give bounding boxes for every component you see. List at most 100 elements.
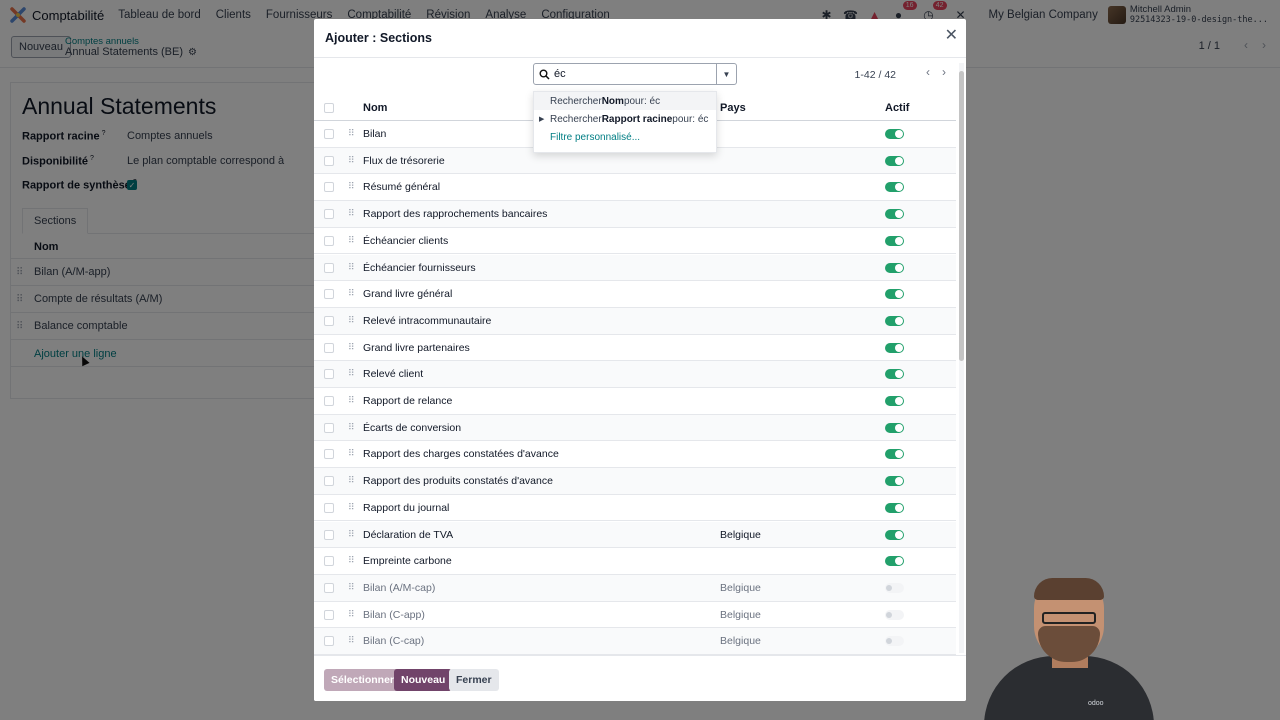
- drag-handle-icon[interactable]: ⠿: [348, 448, 355, 459]
- custom-filter-option[interactable]: Filtre personnalisé...: [534, 128, 716, 146]
- row-checkbox[interactable]: [324, 476, 334, 487]
- row-checkbox[interactable]: [324, 556, 334, 567]
- search-options-toggle-icon[interactable]: ▼: [716, 64, 736, 84]
- table-row[interactable]: ⠿ Déclaration de TVA Belgique: [314, 521, 956, 549]
- table-row[interactable]: ⠿ Grand livre général: [314, 281, 956, 308]
- table-row[interactable]: ⠿ Relevé client: [314, 361, 956, 388]
- table-row[interactable]: ⠿ Rapport des rapprochements bancaires: [314, 201, 956, 228]
- active-toggle[interactable]: [885, 449, 904, 460]
- drag-handle-icon[interactable]: ⠿: [348, 635, 355, 646]
- row-checkbox[interactable]: [324, 636, 334, 647]
- table-row[interactable]: ⠿ Rapport de relance: [314, 388, 956, 415]
- drag-handle-icon[interactable]: ⠿: [348, 155, 355, 166]
- row-checkbox[interactable]: [324, 422, 334, 433]
- caret-right-icon[interactable]: ▶: [539, 115, 544, 123]
- new-button[interactable]: Nouveau: [394, 669, 453, 691]
- row-checkbox[interactable]: [324, 315, 334, 326]
- drag-handle-icon[interactable]: ⠿: [348, 475, 355, 486]
- row-checkbox[interactable]: [324, 609, 334, 620]
- active-toggle[interactable]: [885, 182, 904, 193]
- drag-handle-icon[interactable]: ⠿: [348, 342, 355, 353]
- table-row[interactable]: ⠿ Grand livre partenaires: [314, 335, 956, 362]
- active-toggle[interactable]: [885, 422, 904, 433]
- row-checkbox[interactable]: [324, 182, 334, 193]
- table-row[interactable]: ⠿ Bilan (A/M-cap) Belgique: [314, 574, 956, 602]
- drag-handle-icon[interactable]: ⠿: [348, 502, 355, 513]
- column-header-country[interactable]: Pays: [720, 102, 746, 114]
- active-toggle[interactable]: [885, 369, 904, 380]
- table-row[interactable]: ⠿ Échéancier clients: [314, 228, 956, 255]
- drag-handle-icon[interactable]: ⠿: [348, 529, 355, 540]
- row-checkbox[interactable]: [324, 396, 334, 406]
- drag-handle-icon[interactable]: ⠿: [348, 208, 355, 219]
- drag-handle-icon[interactable]: ⠿: [348, 288, 355, 299]
- close-button[interactable]: Fermer: [449, 669, 499, 691]
- active-toggle[interactable]: [885, 129, 904, 139]
- drag-handle-icon[interactable]: ⠿: [348, 368, 355, 379]
- row-checkbox[interactable]: [324, 449, 334, 460]
- table-row[interactable]: ⠿ Rapport du journal: [314, 495, 956, 522]
- row-checkbox[interactable]: [324, 262, 334, 273]
- active-toggle[interactable]: [885, 636, 904, 647]
- presenter-glasses: [1042, 612, 1096, 624]
- active-toggle[interactable]: [885, 529, 904, 540]
- row-checkbox[interactable]: [324, 289, 334, 300]
- scrollbar-thumb[interactable]: [959, 71, 964, 361]
- active-toggle[interactable]: [885, 209, 904, 220]
- drag-handle-icon[interactable]: ⠿: [348, 235, 355, 246]
- row-checkbox[interactable]: [324, 129, 334, 139]
- active-toggle[interactable]: [885, 289, 904, 300]
- drag-handle-icon[interactable]: ⠿: [348, 315, 355, 326]
- active-toggle[interactable]: [885, 582, 904, 593]
- table-row[interactable]: ⠿ Écarts de conversion: [314, 414, 956, 442]
- column-header-active[interactable]: Actif: [885, 102, 909, 114]
- row-checkbox[interactable]: [324, 502, 334, 513]
- list-pager[interactable]: 1-42 / 42: [855, 69, 896, 81]
- chevron-left-icon[interactable]: ‹: [926, 65, 930, 79]
- active-toggle[interactable]: [885, 396, 904, 406]
- row-checkbox[interactable]: [324, 155, 334, 166]
- drag-handle-icon[interactable]: ⠿: [348, 422, 355, 433]
- drag-handle-icon[interactable]: ⠿: [348, 181, 355, 192]
- drag-handle-icon[interactable]: ⠿: [348, 262, 355, 273]
- row-checkbox[interactable]: [324, 369, 334, 380]
- active-toggle[interactable]: [885, 556, 904, 567]
- scrollbar[interactable]: [959, 63, 964, 653]
- table-row[interactable]: ⠿ Relevé intracommunautaire: [314, 307, 956, 335]
- active-toggle[interactable]: [885, 315, 904, 326]
- search-bar[interactable]: éc ▼: [533, 63, 737, 85]
- chevron-right-icon[interactable]: ›: [942, 65, 946, 79]
- active-toggle[interactable]: [885, 502, 904, 513]
- row-country: Belgique: [720, 528, 761, 541]
- active-toggle[interactable]: [885, 235, 904, 246]
- drag-handle-icon[interactable]: ⠿: [348, 555, 355, 566]
- search-option-name[interactable]: Rechercher Nom pour: éc: [534, 92, 716, 110]
- table-row[interactable]: ⠿ Bilan (C-app) Belgique: [314, 602, 956, 629]
- row-checkbox[interactable]: [324, 342, 334, 353]
- drag-handle-icon[interactable]: ⠿: [348, 582, 355, 593]
- table-row[interactable]: ⠿ Rapport des produits constatés d'avance: [314, 468, 956, 495]
- select-button[interactable]: Sélectionner: [324, 669, 402, 691]
- drag-handle-icon[interactable]: ⠿: [348, 128, 355, 139]
- table-row[interactable]: ⠿ Rapport des charges constatées d'avance: [314, 441, 956, 469]
- row-checkbox[interactable]: [324, 582, 334, 593]
- active-toggle[interactable]: [885, 155, 904, 166]
- active-toggle[interactable]: [885, 342, 904, 353]
- select-all-checkbox[interactable]: [324, 103, 334, 113]
- table-row[interactable]: ⠿ Échéancier fournisseurs: [314, 254, 956, 282]
- drag-handle-icon[interactable]: ⠿: [348, 395, 355, 406]
- row-checkbox[interactable]: [324, 235, 334, 246]
- table-row[interactable]: ⠿ Résumé général: [314, 174, 956, 202]
- table-row[interactable]: ⠿ Empreinte carbone: [314, 548, 956, 575]
- search-option-root-report[interactable]: ▶ Rechercher Rapport racine pour: éc: [534, 110, 716, 128]
- search-input[interactable]: éc: [554, 68, 716, 80]
- column-header-name[interactable]: Nom: [363, 102, 387, 114]
- table-row[interactable]: ⠿ Bilan (C-cap) Belgique: [314, 628, 956, 655]
- active-toggle[interactable]: [885, 609, 904, 620]
- row-checkbox[interactable]: [324, 529, 334, 540]
- active-toggle[interactable]: [885, 262, 904, 273]
- close-icon[interactable]: ✕: [945, 28, 958, 44]
- active-toggle[interactable]: [885, 476, 904, 487]
- drag-handle-icon[interactable]: ⠿: [348, 609, 355, 620]
- row-checkbox[interactable]: [324, 209, 334, 220]
